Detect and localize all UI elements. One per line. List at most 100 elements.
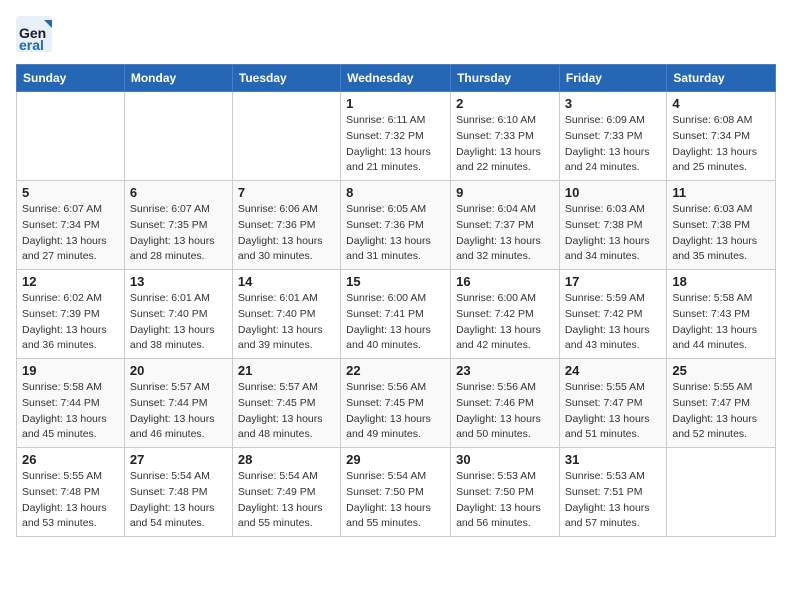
day-info: Sunrise: 6:06 AM Sunset: 7:36 PM Dayligh… [238,202,335,265]
day-cell: 19Sunrise: 5:58 AM Sunset: 7:44 PM Dayli… [17,359,125,448]
day-cell: 9 Sunrise: 6:04 AM Sunset: 7:37 PM Daylig… [451,181,560,270]
day-cell: 18Sunrise: 5:58 AM Sunset: 7:43 PM Dayli… [667,270,776,359]
week-row-5: 26Sunrise: 5:55 AM Sunset: 7:48 PM Dayli… [17,448,776,537]
day-number: 31 [565,452,661,467]
day-number: 16 [456,274,554,289]
day-number: 29 [346,452,445,467]
day-info: Sunrise: 5:55 AM Sunset: 7:47 PM Dayligh… [672,380,770,443]
day-number: 4 [672,96,770,111]
day-number: 2 [456,96,554,111]
weekday-friday: Friday [559,65,666,92]
day-cell: 6 Sunrise: 6:07 AM Sunset: 7:35 PM Daylig… [124,181,232,270]
day-info: Sunrise: 6:04 AM Sunset: 7:37 PM Dayligh… [456,202,554,265]
day-info: Sunrise: 6:08 AM Sunset: 7:34 PM Dayligh… [672,113,770,176]
day-info: Sunrise: 5:53 AM Sunset: 7:50 PM Dayligh… [456,469,554,532]
day-number: 25 [672,363,770,378]
day-cell: 13 Sunrise: 6:01 AM Sunset: 7:40 PM Dayli… [124,270,232,359]
day-info: Sunrise: 5:57 AM Sunset: 7:44 PM Dayligh… [130,380,227,443]
day-number: 8 [346,185,445,200]
day-info: Sunrise: 5:54 AM Sunset: 7:48 PM Dayligh… [130,469,227,532]
day-info: Sunrise: 6:10 AM Sunset: 7:33 PM Dayligh… [456,113,554,176]
day-number: 21 [238,363,335,378]
day-number: 3 [565,96,661,111]
day-cell: 20 Sunrise: 5:57 AM Sunset: 7:44 PM Dayli… [124,359,232,448]
day-number: 30 [456,452,554,467]
day-cell: 29 Sunrise: 5:54 AM Sunset: 7:50 PM Dayli… [341,448,451,537]
day-number: 11 [672,185,770,200]
day-cell [124,92,232,181]
day-info: Sunrise: 6:01 AM Sunset: 7:40 PM Dayligh… [130,291,227,354]
weekday-tuesday: Tuesday [232,65,340,92]
day-number: 5 [22,185,119,200]
day-cell: 22 Sunrise: 5:56 AM Sunset: 7:45 PM Dayli… [341,359,451,448]
day-number: 13 [130,274,227,289]
day-info: Sunrise: 5:54 AM Sunset: 7:50 PM Dayligh… [346,469,445,532]
day-number: 20 [130,363,227,378]
day-cell [17,92,125,181]
day-number: 18 [672,274,770,289]
day-cell: 8 Sunrise: 6:05 AM Sunset: 7:36 PM Daylig… [341,181,451,270]
week-row-3: 12Sunrise: 6:02 AM Sunset: 7:39 PM Dayli… [17,270,776,359]
day-number: 17 [565,274,661,289]
day-cell: 11 Sunrise: 6:03 AM Sunset: 7:38 PM Dayli… [667,181,776,270]
day-info: Sunrise: 5:54 AM Sunset: 7:49 PM Dayligh… [238,469,335,532]
day-number: 7 [238,185,335,200]
day-number: 28 [238,452,335,467]
page-header: Gen eral [16,16,776,52]
day-number: 10 [565,185,661,200]
day-info: Sunrise: 5:53 AM Sunset: 7:51 PM Dayligh… [565,469,661,532]
day-cell: 12Sunrise: 6:02 AM Sunset: 7:39 PM Dayli… [17,270,125,359]
day-number: 1 [346,96,445,111]
day-info: Sunrise: 5:55 AM Sunset: 7:48 PM Dayligh… [22,469,119,532]
day-cell: 23 Sunrise: 5:56 AM Sunset: 7:46 PM Dayli… [451,359,560,448]
day-number: 15 [346,274,445,289]
day-info: Sunrise: 6:11 AM Sunset: 7:32 PM Dayligh… [346,113,445,176]
day-cell [667,448,776,537]
weekday-thursday: Thursday [451,65,560,92]
day-cell: 10Sunrise: 6:03 AM Sunset: 7:38 PM Dayli… [559,181,666,270]
calendar-body: 1 Sunrise: 6:11 AM Sunset: 7:32 PM Daylig… [17,92,776,537]
day-info: Sunrise: 6:05 AM Sunset: 7:36 PM Dayligh… [346,202,445,265]
day-cell [232,92,340,181]
weekday-monday: Monday [124,65,232,92]
day-number: 24 [565,363,661,378]
day-cell: 24Sunrise: 5:55 AM Sunset: 7:47 PM Dayli… [559,359,666,448]
svg-text:eral: eral [19,37,44,52]
day-info: Sunrise: 5:57 AM Sunset: 7:45 PM Dayligh… [238,380,335,443]
week-row-2: 5 Sunrise: 6:07 AM Sunset: 7:34 PM Daylig… [17,181,776,270]
day-number: 6 [130,185,227,200]
day-info: Sunrise: 6:07 AM Sunset: 7:34 PM Dayligh… [22,202,119,265]
day-cell: 7 Sunrise: 6:06 AM Sunset: 7:36 PM Daylig… [232,181,340,270]
week-row-1: 1 Sunrise: 6:11 AM Sunset: 7:32 PM Daylig… [17,92,776,181]
day-number: 19 [22,363,119,378]
day-cell: 1 Sunrise: 6:11 AM Sunset: 7:32 PM Daylig… [341,92,451,181]
day-cell: 17 Sunrise: 5:59 AM Sunset: 7:42 PM Dayli… [559,270,666,359]
logo-icon: Gen eral [16,16,52,52]
day-cell: 15 Sunrise: 6:00 AM Sunset: 7:41 PM Dayli… [341,270,451,359]
day-cell: 30 Sunrise: 5:53 AM Sunset: 7:50 PM Dayli… [451,448,560,537]
day-cell: 27 Sunrise: 5:54 AM Sunset: 7:48 PM Dayli… [124,448,232,537]
day-info: Sunrise: 6:03 AM Sunset: 7:38 PM Dayligh… [672,202,770,265]
day-number: 14 [238,274,335,289]
day-number: 22 [346,363,445,378]
day-info: Sunrise: 6:09 AM Sunset: 7:33 PM Dayligh… [565,113,661,176]
day-info: Sunrise: 5:59 AM Sunset: 7:42 PM Dayligh… [565,291,661,354]
day-cell: 2 Sunrise: 6:10 AM Sunset: 7:33 PM Daylig… [451,92,560,181]
day-number: 23 [456,363,554,378]
day-info: Sunrise: 5:56 AM Sunset: 7:45 PM Dayligh… [346,380,445,443]
day-cell: 4 Sunrise: 6:08 AM Sunset: 7:34 PM Daylig… [667,92,776,181]
day-number: 9 [456,185,554,200]
day-cell: 31 Sunrise: 5:53 AM Sunset: 7:51 PM Dayli… [559,448,666,537]
day-cell: 26Sunrise: 5:55 AM Sunset: 7:48 PM Dayli… [17,448,125,537]
weekday-sunday: Sunday [17,65,125,92]
day-cell: 28 Sunrise: 5:54 AM Sunset: 7:49 PM Dayli… [232,448,340,537]
day-info: Sunrise: 6:00 AM Sunset: 7:41 PM Dayligh… [346,291,445,354]
weekday-saturday: Saturday [667,65,776,92]
day-number: 27 [130,452,227,467]
day-cell: 5 Sunrise: 6:07 AM Sunset: 7:34 PM Daylig… [17,181,125,270]
day-info: Sunrise: 6:07 AM Sunset: 7:35 PM Dayligh… [130,202,227,265]
day-info: Sunrise: 5:56 AM Sunset: 7:46 PM Dayligh… [456,380,554,443]
day-cell: 25 Sunrise: 5:55 AM Sunset: 7:47 PM Dayli… [667,359,776,448]
weekday-wednesday: Wednesday [341,65,451,92]
day-cell: 3 Sunrise: 6:09 AM Sunset: 7:33 PM Daylig… [559,92,666,181]
